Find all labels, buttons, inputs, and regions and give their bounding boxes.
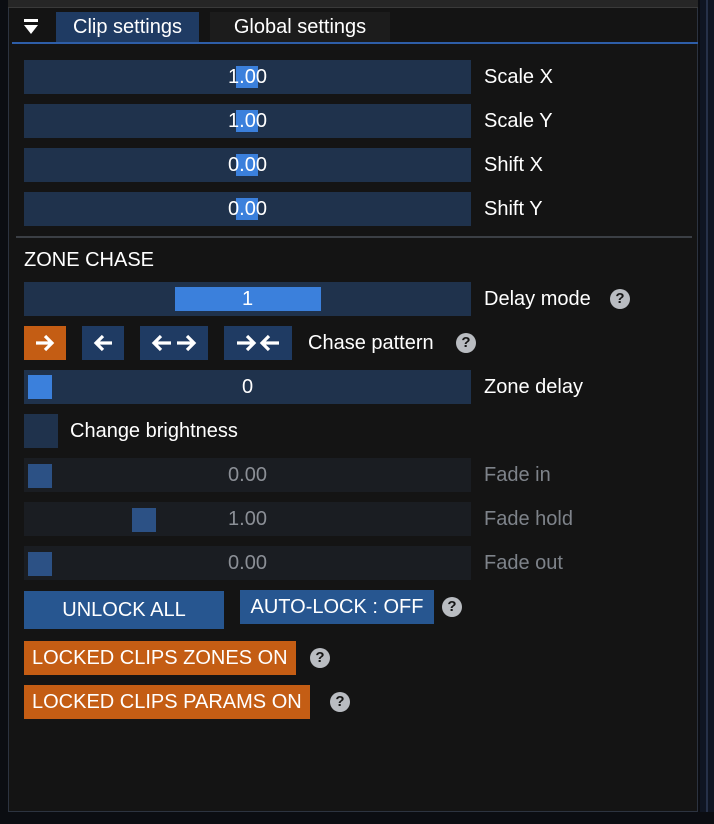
scrollbar[interactable] <box>700 0 714 824</box>
change-brightness-label: Change brightness <box>70 420 238 442</box>
shift-x-slider[interactable]: 0.00 <box>24 148 471 182</box>
chase-pattern-label: Chase pattern <box>308 332 434 354</box>
chase-pattern-help-icon[interactable]: ? <box>456 333 476 353</box>
arrows-outward-icon <box>151 334 197 352</box>
fade-hold-label: Fade hold <box>484 508 573 530</box>
chase-forward-button[interactable] <box>24 326 66 360</box>
tab-global-settings[interactable]: Global settings <box>210 12 390 42</box>
locked-params-help-icon[interactable]: ? <box>330 692 350 712</box>
zone-delay-value: 0 <box>241 376 254 398</box>
fade-out-value: 0.00 <box>228 552 267 574</box>
tab-clip-settings[interactable]: Clip settings <box>56 12 199 42</box>
shift-x-value: 0.00 <box>228 154 267 176</box>
arrow-left-icon <box>93 334 112 352</box>
scale-x-slider[interactable]: 1.00 <box>24 60 471 94</box>
zone-delay-slider[interactable]: 0 <box>24 370 471 404</box>
fade-hold-value: 1.00 <box>228 508 267 530</box>
chase-outward-button[interactable] <box>140 326 208 360</box>
window-bottom-edge <box>0 812 714 824</box>
panel-top-bar <box>8 0 698 8</box>
arrows-inward-icon <box>237 334 279 352</box>
locked-clips-params-button[interactable]: LOCKED CLIPS PARAMS ON <box>24 685 310 719</box>
scale-y-label: Scale Y <box>484 110 553 132</box>
fade-hold-slider[interactable]: 1.00 <box>24 502 471 536</box>
delay-mode-help-icon[interactable]: ? <box>610 289 630 309</box>
fade-out-label: Fade out <box>484 552 563 574</box>
locked-clips-zones-button[interactable]: LOCKED CLIPS ZONES ON <box>24 641 296 675</box>
locked-zones-help-icon[interactable]: ? <box>310 648 330 668</box>
auto-lock-help-icon[interactable]: ? <box>442 597 462 617</box>
shift-y-label: Shift Y <box>484 198 543 220</box>
change-brightness-checkbox[interactable] <box>24 414 58 448</box>
fade-out-slider[interactable]: 0.00 <box>24 546 471 580</box>
scale-x-value: 1.00 <box>228 66 267 88</box>
shift-y-value: 0.00 <box>228 198 267 220</box>
scale-x-label: Scale X <box>484 66 553 88</box>
delay-mode-label: Delay mode <box>484 288 591 310</box>
fade-in-value: 0.00 <box>228 464 267 486</box>
zone-chase-heading: ZONE CHASE <box>24 249 155 271</box>
section-divider <box>16 236 692 238</box>
arrow-right-icon <box>36 334 55 352</box>
fade-in-label: Fade in <box>484 464 551 486</box>
delay-mode-slider[interactable]: 1 <box>24 282 471 316</box>
fade-in-slider[interactable]: 0.00 <box>24 458 471 492</box>
delay-mode-value: 1 <box>241 288 254 310</box>
chase-backward-button[interactable] <box>82 326 124 360</box>
scale-y-slider[interactable]: 1.00 <box>24 104 471 138</box>
shift-x-label: Shift X <box>484 154 543 176</box>
chase-inward-button[interactable] <box>224 326 292 360</box>
shift-y-slider[interactable]: 0.00 <box>24 192 471 226</box>
auto-lock-toggle[interactable]: AUTO-LOCK : OFF <box>240 590 434 624</box>
unlock-all-button[interactable]: UNLOCK ALL <box>24 591 224 629</box>
scale-y-value: 1.00 <box>228 110 267 132</box>
tab-bar: Clip settings Global settings <box>12 12 698 44</box>
collapse-icon[interactable] <box>12 12 50 42</box>
zone-delay-label: Zone delay <box>484 376 583 398</box>
